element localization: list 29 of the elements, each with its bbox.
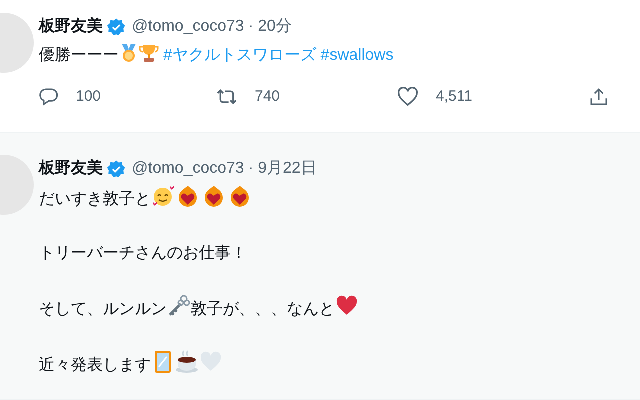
flaming-heart-icon xyxy=(176,184,200,208)
display-name[interactable]: 板野友美 xyxy=(39,155,103,183)
mirror-icon xyxy=(153,350,173,374)
share-icon[interactable] xyxy=(589,87,609,108)
tweet-time[interactable]: · 20分 xyxy=(248,13,292,41)
trophy-icon xyxy=(139,43,159,63)
retweet-count: 740 xyxy=(255,87,280,107)
tweet-time[interactable]: · 9月22日 xyxy=(248,155,317,183)
tweet-text: 敦子が、、、なんと xyxy=(191,301,335,318)
tweet-text: そして、ルンルン xyxy=(39,301,167,318)
coffee-cup-icon xyxy=(175,350,199,374)
user-handle[interactable]: @tomo_coco73 xyxy=(132,13,244,41)
tweet-text: だいすき敦子と xyxy=(39,191,151,208)
tweet-card[interactable]: 板野友美 @tomo_coco73 · 9月22日 だいすき敦子と トリーバーチさんのお仕事！ そして、ルンルン 敦子が、、、なんと 近々発表します xyxy=(0,133,640,400)
reply-count: 100 xyxy=(76,87,102,107)
flaming-heart-icon xyxy=(202,184,226,208)
tweet-text: 優勝ーーー xyxy=(39,47,119,64)
user-handle[interactable]: @tomo_coco73 xyxy=(132,155,244,183)
medal-icon xyxy=(119,43,139,63)
flaming-heart-icon xyxy=(228,184,252,208)
reply-icon[interactable] xyxy=(39,87,59,108)
smiling-face-icon xyxy=(151,184,175,208)
retweet-icon[interactable] xyxy=(216,87,238,108)
display-name[interactable]: 板野友美 xyxy=(39,13,103,41)
key-icon xyxy=(167,294,191,318)
tweet-text: トリーバーチさんのお仕事！ xyxy=(39,245,247,262)
tweet-text: 近々発表します xyxy=(39,357,151,374)
like-count: 4,511 xyxy=(436,87,472,107)
like-icon[interactable] xyxy=(397,87,419,108)
